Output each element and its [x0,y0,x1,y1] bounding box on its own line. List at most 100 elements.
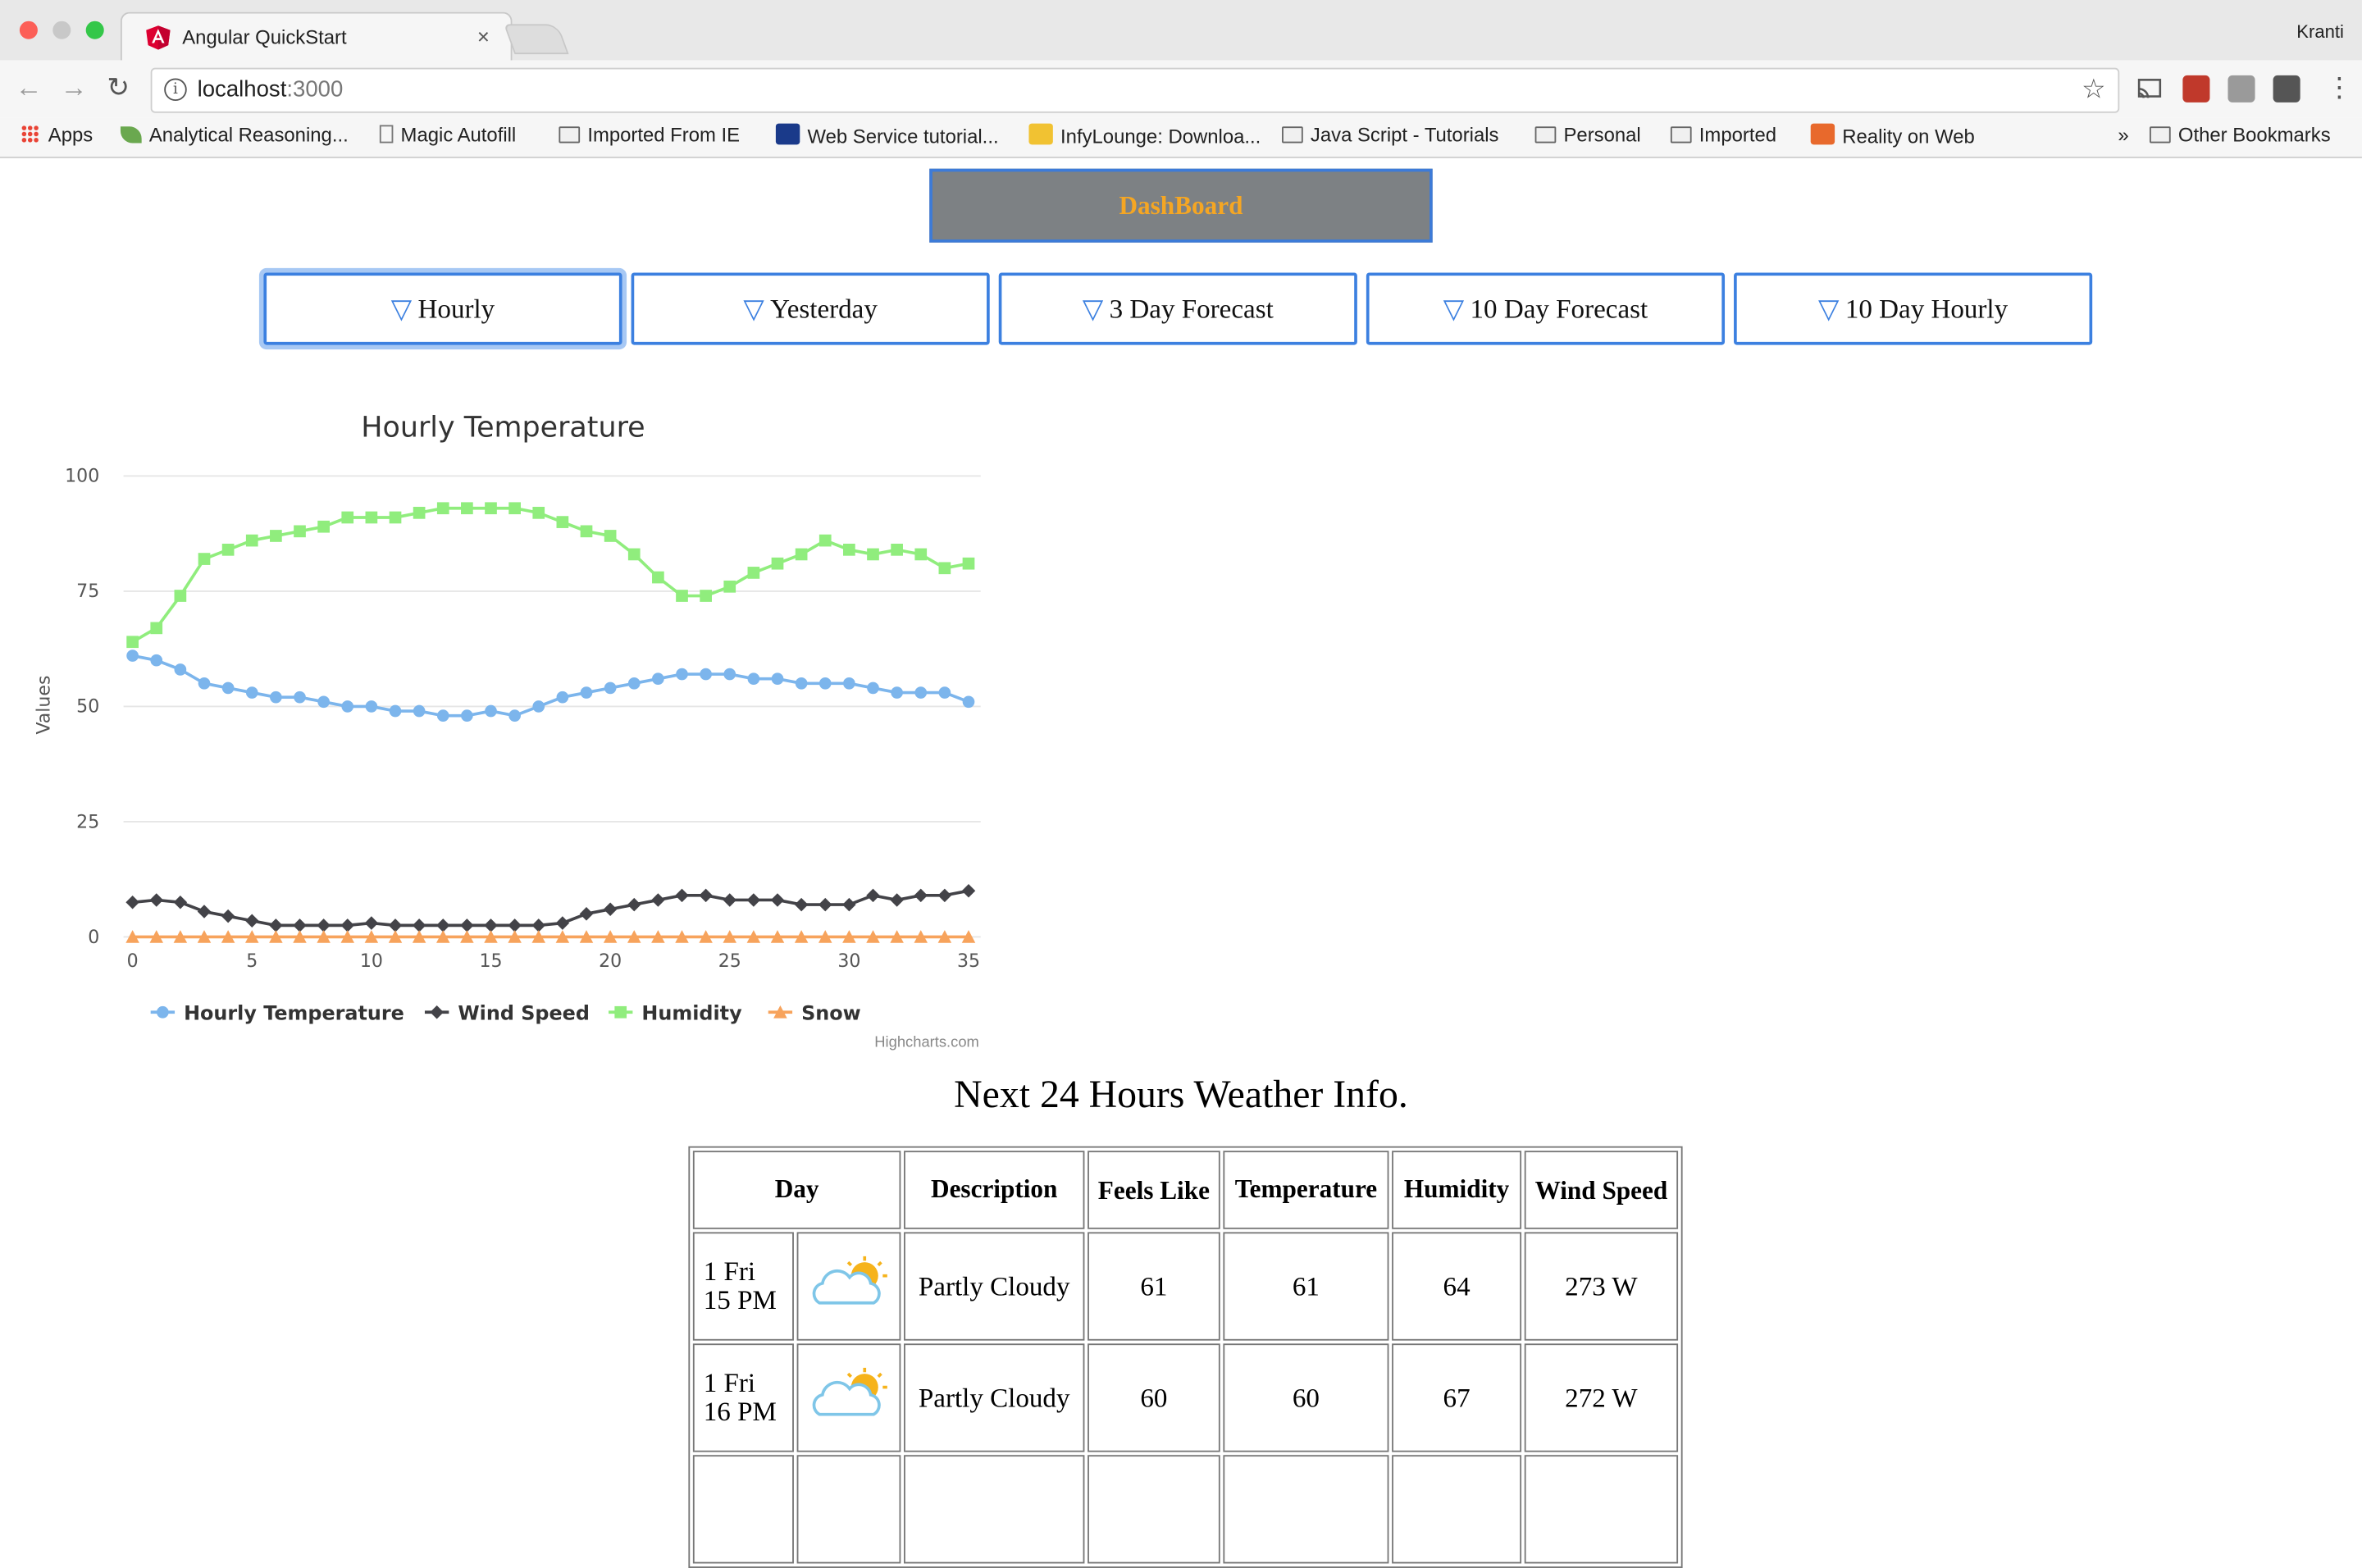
address-bar[interactable]: i localhost:3000 ☆ [150,67,2120,113]
cell-humidity: 64 [1392,1232,1522,1341]
y-axis-label: Values [34,676,55,735]
bookmarks-bar: Apps Analytical Reasoning... Magic Autof… [0,117,2362,158]
bookmark-star-icon[interactable]: ☆ [2082,74,2106,106]
x-tick-label: 35 [957,951,980,972]
browser-menu-icon[interactable]: ⋮ [2326,74,2353,101]
close-window-button[interactable] [19,21,38,39]
legend-item[interactable]: Wind Speed [424,1001,590,1024]
data-point [627,897,641,912]
table-row: 1 Fri 16 PM Partly Cloudy 60 60 67 272 W [692,1343,1679,1452]
folder-icon [1282,126,1303,144]
info-icon[interactable]: i [164,78,187,102]
data-point [770,893,785,907]
tab-label: 10 Day Forecast [1470,294,1648,324]
partly-cloudy-icon [812,1255,887,1304]
legend-item[interactable]: Humidity [609,1001,742,1024]
data-point [508,502,521,515]
legend-item[interactable]: Snow [768,1001,861,1024]
data-point [651,893,665,907]
data-point [818,677,832,690]
cast-icon[interactable] [2136,75,2163,103]
header-feels-like: Feels Like [1088,1151,1220,1229]
bookmark-imported-from-ie[interactable]: Imported From IE [559,124,740,146]
data-point [149,893,164,907]
cell-day: 1 Fri 15 PM [692,1232,795,1341]
bookmark-personal[interactable]: Personal [1534,124,1641,146]
data-point [961,883,976,898]
data-point [556,691,569,704]
day-text: 1 Fri [703,1367,756,1398]
data-point [435,918,450,932]
bookmark-infylounge[interactable]: InfyLounge: Downloa... [1028,123,1261,148]
legend-marker [157,1005,169,1019]
cell-feels-like: 61 [1088,1232,1220,1341]
bookmark-imported[interactable]: Imported [1670,124,1776,146]
dashboard-button[interactable]: DashBoard [929,168,1433,243]
profile-name[interactable]: Kranti [2296,21,2344,43]
data-point [173,896,188,909]
table-row: 1 Fri 15 PM Partly Cloudy 61 61 64 273 W [692,1232,1679,1341]
il-logo-icon [1028,123,1053,145]
tab-label: Hourly [417,294,495,324]
bookmarks-overflow-button[interactable]: » [2118,124,2128,147]
data-point [579,907,594,921]
url-port: :3000 [286,76,344,103]
data-point [532,700,545,713]
tab-10-day-hourly[interactable]: ▽ 10 Day Hourly [1734,272,2093,345]
data-point [723,580,736,593]
apps-grid-icon [21,125,39,144]
tab-close-icon[interactable]: × [477,24,490,48]
extension-grey-icon[interactable] [2227,75,2255,103]
data-point [126,636,139,649]
folder-icon [559,126,581,144]
x-tick-label: 15 [479,951,502,972]
bookmark-java-script-tutorials[interactable]: Java Script - Tutorials [1282,124,1499,146]
triangle-down-icon: ▽ [1818,294,1840,324]
data-point [556,516,569,528]
chart-credits[interactable]: Highcharts.com [874,1033,979,1051]
extension-red-icon[interactable] [2182,75,2210,103]
data-point [221,681,235,695]
cell-temperature: 60 [1223,1343,1389,1452]
browser-tab[interactable]: Angular QuickStart × [120,11,513,62]
bookmark-analytical-reasoning[interactable]: Analytical Reasoning... [120,124,349,146]
tab-10-day-forecast[interactable]: ▽ 10 Day Forecast [1366,272,1726,345]
triangle-down-icon: ▽ [1082,294,1104,324]
legend-item[interactable]: Hourly Temperature [150,1001,404,1024]
back-arrow-icon[interactable]: ← [15,74,42,101]
bookmark-reality-on-web[interactable]: Reality on Web [1810,123,1975,148]
data-point [436,709,449,722]
bookmark-magic-autofill[interactable]: Magic Autofill [379,124,516,146]
data-point [125,896,139,909]
url-text[interactable]: localhost:3000 [198,77,344,103]
data-point [174,663,187,676]
data-point [580,686,593,699]
folder-icon [1534,126,1557,144]
bookmark-other-bookmarks[interactable]: Other Bookmarks [2149,124,2331,146]
bookmark-apps[interactable]: Apps [21,124,93,146]
data-point [891,543,903,556]
data-point [270,530,282,542]
data-point [413,507,426,519]
tab-label: 10 Day Hourly [1844,294,2009,324]
zoom-window-button[interactable] [85,21,104,39]
data-point [221,909,235,923]
data-point [843,677,855,690]
cell-description [904,1455,1085,1564]
data-point [244,914,259,928]
bookmark-web-service-tutorial[interactable]: Web Service tutorial... [775,123,999,148]
legend-label: Snow [801,1001,861,1024]
tab-3-day-forecast[interactable]: ▽ 3 Day Forecast [998,272,1357,345]
weather-table-title: Next 24 Hours Weather Info. [954,1072,1408,1116]
extension-bulb-icon[interactable] [2273,75,2300,103]
table-row [692,1455,1679,1564]
new-tab-button[interactable] [504,24,569,55]
data-point [818,897,832,912]
data-point [294,525,306,538]
tab-yesterday[interactable]: ▽ Yesterday [631,272,990,345]
tab-hourly[interactable]: ▽ Hourly [263,272,622,345]
reload-icon[interactable]: ↻ [107,74,130,101]
forward-arrow-icon[interactable]: → [60,74,87,101]
minimize-window-button[interactable] [52,21,71,39]
cell-wind-speed: 273 W [1524,1232,1679,1341]
